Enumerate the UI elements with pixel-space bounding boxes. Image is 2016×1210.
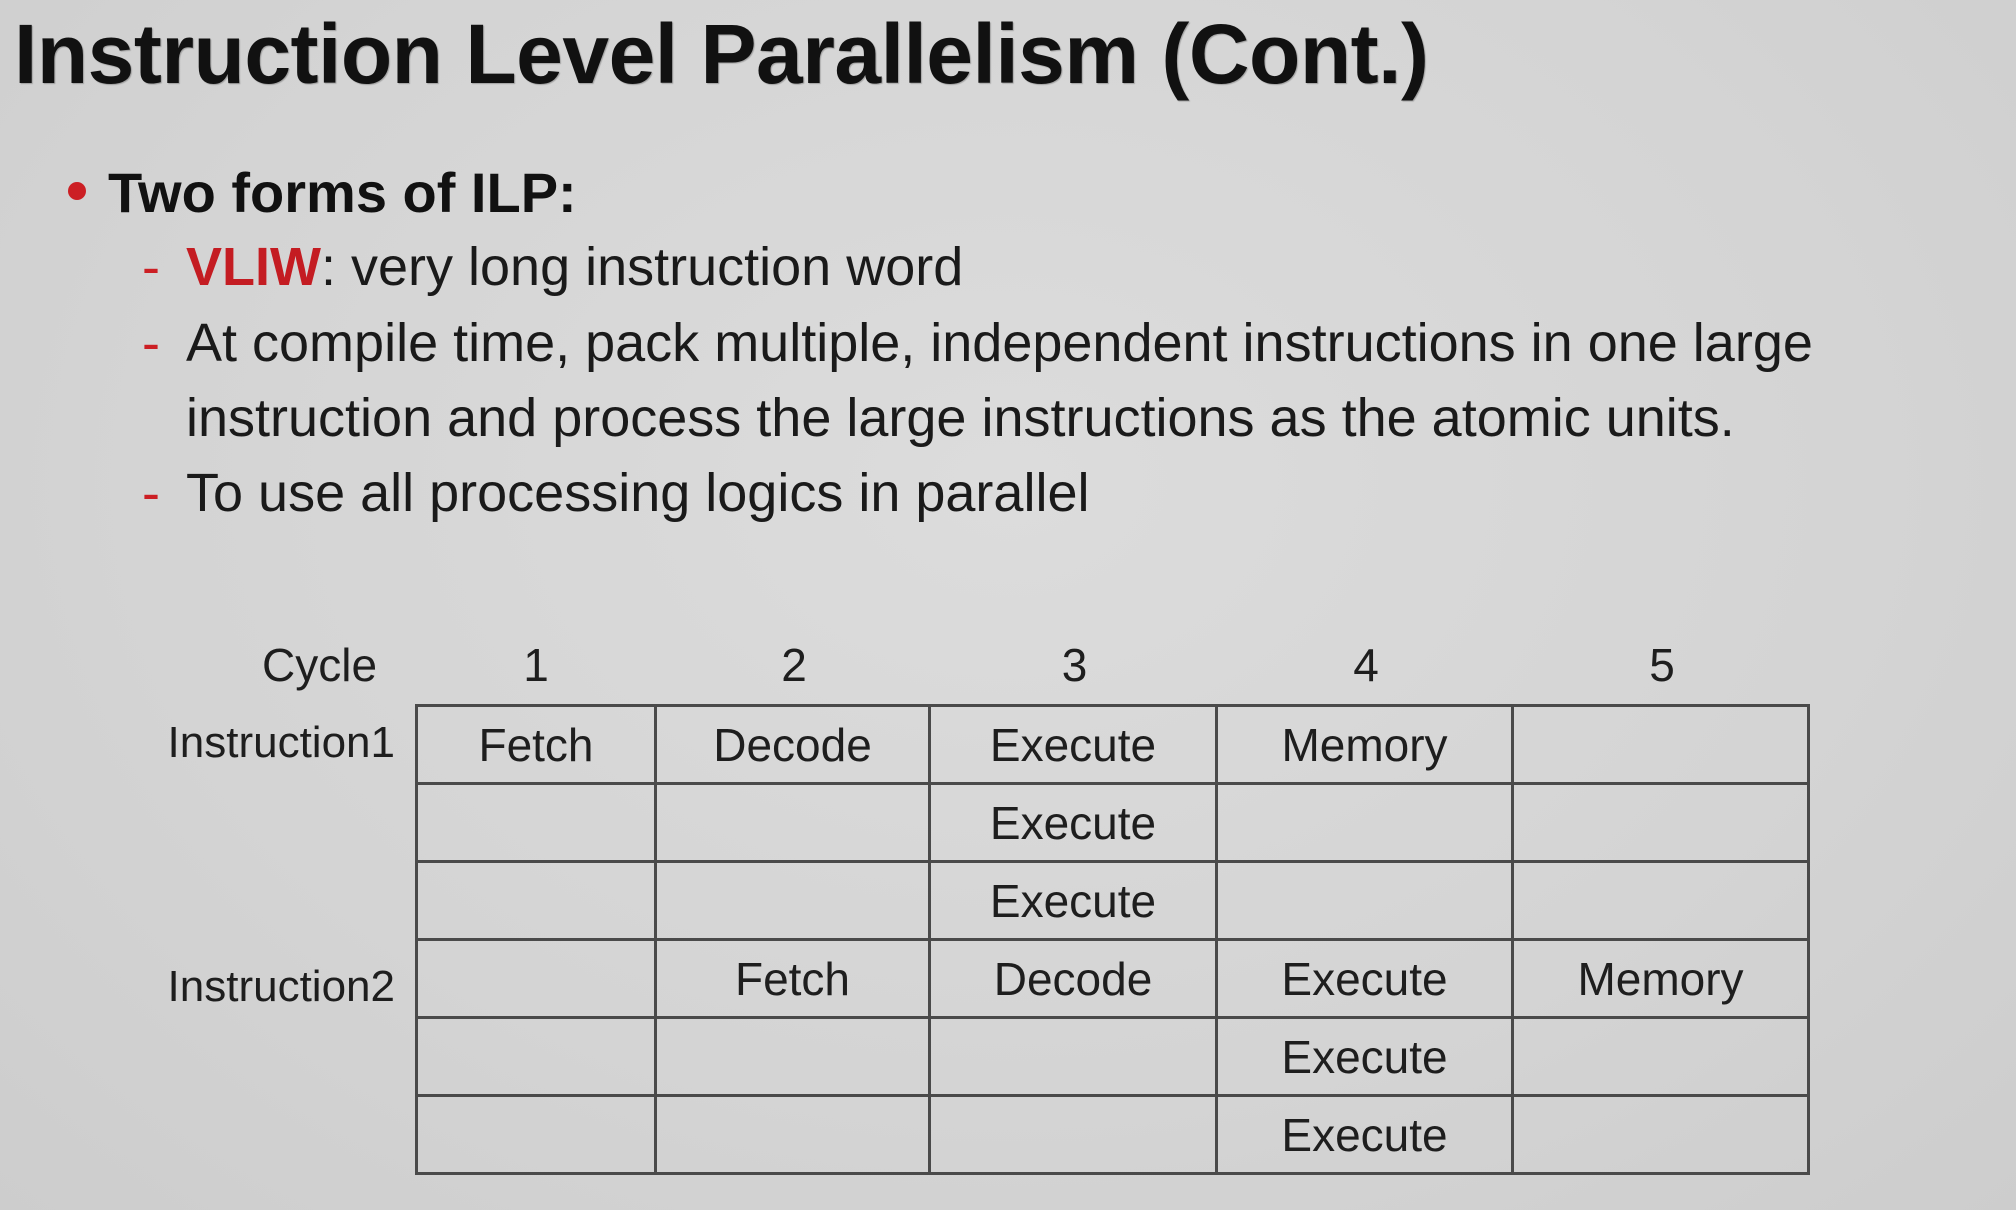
table-row: Fetch Decode Execute Memory xyxy=(415,938,1810,1019)
table-cell: Fetch xyxy=(415,704,657,785)
table-cell: Execute xyxy=(1215,1094,1514,1175)
table-row: Execute xyxy=(415,782,1810,863)
vliw-definition: : very long instruction word xyxy=(320,237,964,297)
table-cell xyxy=(1511,1016,1810,1097)
cycle-header-2: 2 xyxy=(781,639,807,691)
table-cell xyxy=(415,782,657,863)
compile-time-line1: At compile time, pack multiple, independ… xyxy=(186,313,1813,373)
dash-icon: - xyxy=(142,313,160,373)
table-cell xyxy=(928,1094,1218,1175)
table-cell xyxy=(415,860,657,941)
table-cell: Decode xyxy=(928,938,1218,1019)
table-row: Execute xyxy=(415,1016,1810,1097)
vliw-term: VLIW xyxy=(186,237,321,297)
table-row: Fetch Decode Execute Memory xyxy=(415,704,1810,785)
dash-icon: - xyxy=(142,463,160,523)
table-cell: Execute xyxy=(928,782,1218,863)
table-cell xyxy=(415,1016,657,1097)
main-bullet-text: Two forms of ILP: xyxy=(108,161,577,224)
table-cell xyxy=(1215,782,1514,863)
table-cell: Execute xyxy=(928,860,1218,941)
cycle-header-3: 3 xyxy=(1061,639,1088,691)
table-cell xyxy=(1215,860,1514,941)
dash-icon: - xyxy=(142,237,160,297)
table-cell xyxy=(654,860,931,941)
table-cell xyxy=(415,1094,657,1175)
cycle-corner-label: Cycle xyxy=(262,639,378,691)
table-cell xyxy=(1511,782,1810,863)
table-cell: Memory xyxy=(1511,938,1810,1019)
table-row: Execute xyxy=(415,860,1810,941)
slide: Instruction Level Parallelism (Cont.) Tw… xyxy=(0,0,2016,1210)
table-cell xyxy=(1511,704,1810,785)
table-cell: Memory xyxy=(1215,704,1514,785)
bullet-dot-icon xyxy=(68,182,86,201)
table-cell xyxy=(415,938,657,1019)
table-cell xyxy=(1511,860,1810,941)
table-cell xyxy=(654,782,931,863)
cycle-header-5: 5 xyxy=(1649,639,1675,691)
cycle-header-4: 4 xyxy=(1353,639,1379,691)
pipeline-table: Fetch Decode Execute Memory Execute Exec… xyxy=(415,704,1810,1175)
compile-time-line2: instruction and process the large instru… xyxy=(186,388,1735,448)
table-cell xyxy=(928,1016,1218,1097)
table-cell: Fetch xyxy=(654,938,931,1019)
parallel-text: To use all processing logics in parallel xyxy=(186,463,1090,523)
table-row: Execute xyxy=(415,1094,1810,1175)
row-label-instruction1: Instruction1 xyxy=(167,718,395,767)
cycle-header-1: 1 xyxy=(523,639,549,691)
slide-title: Instruction Level Parallelism (Cont.) xyxy=(14,7,1429,101)
row-label-instruction2: Instruction2 xyxy=(167,962,395,1011)
main-bullet: Two forms of ILP: xyxy=(68,160,577,225)
table-cell: Execute xyxy=(1215,1016,1514,1097)
table-cell xyxy=(654,1094,931,1175)
table-cell: Execute xyxy=(1215,938,1514,1019)
table-cell xyxy=(1511,1094,1810,1175)
table-cell: Execute xyxy=(928,704,1218,785)
table-cell: Decode xyxy=(654,704,931,785)
table-cell xyxy=(654,1016,931,1097)
